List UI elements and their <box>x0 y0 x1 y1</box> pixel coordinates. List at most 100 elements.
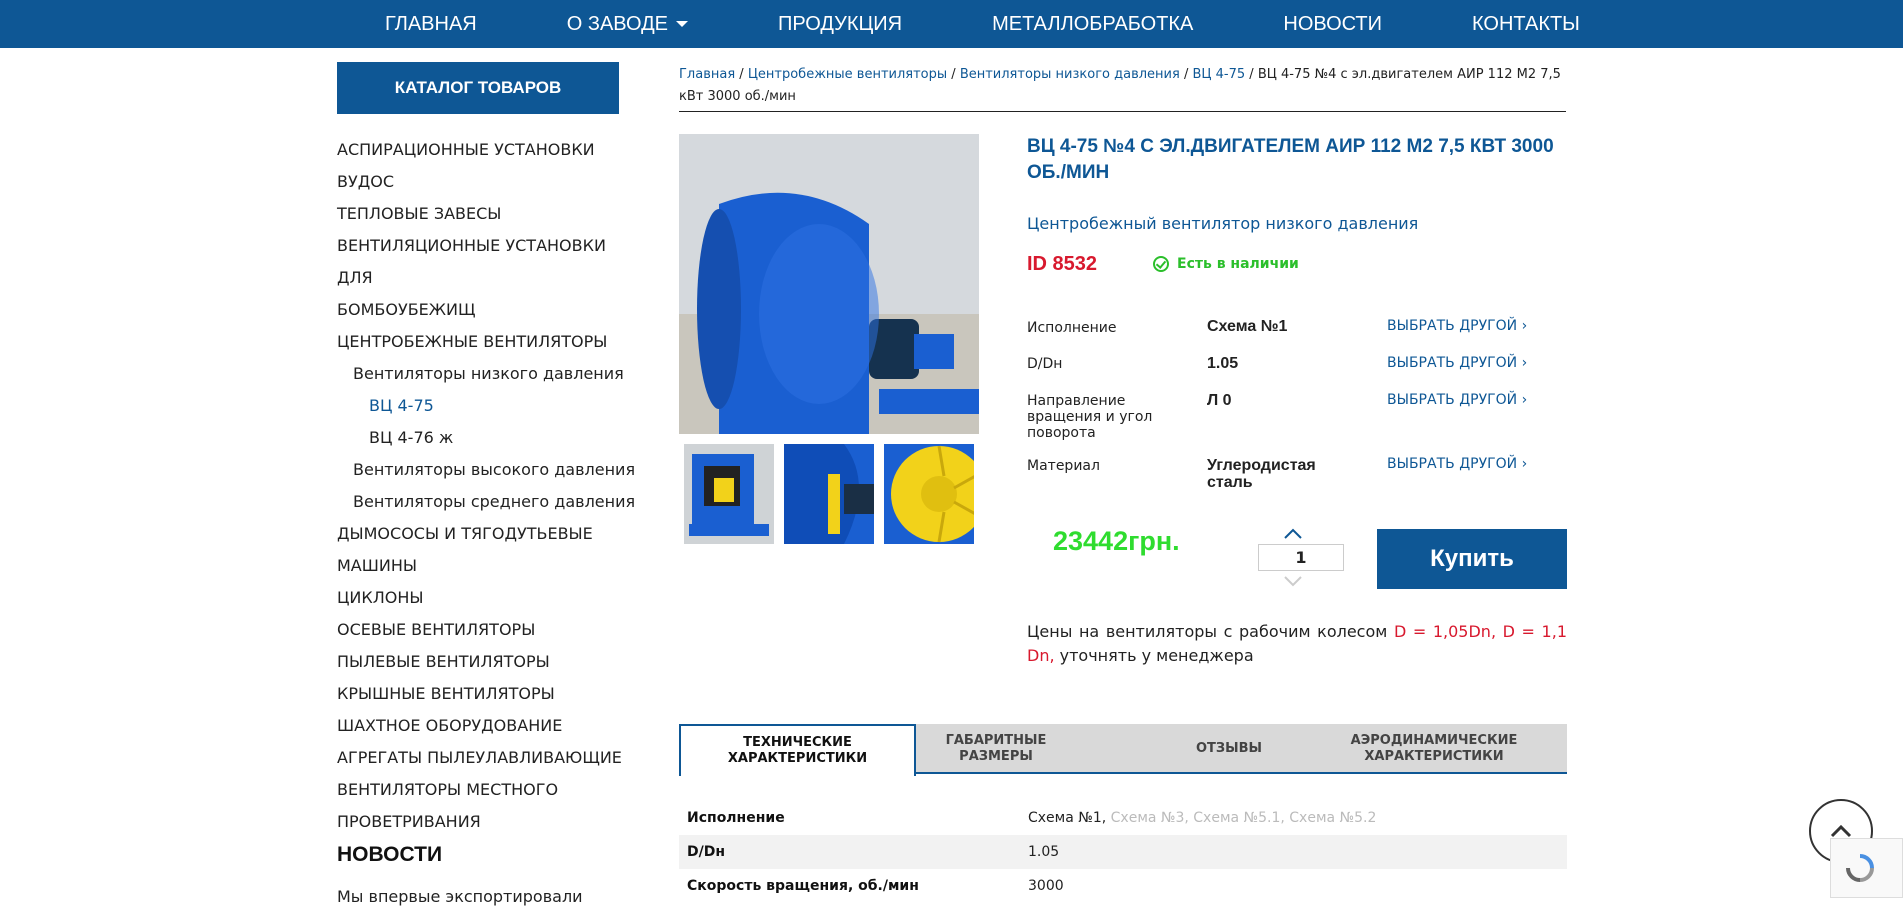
sidebar-item[interactable]: КРЫШНЫЕ ВЕНТИЛЯТОРЫ <box>337 678 637 710</box>
option-change-rotation-link[interactable]: ВЫБРАТЬ ДРУГОЙ › <box>1387 392 1527 408</box>
thumb-impeller <box>884 444 974 544</box>
tab-reviews[interactable]: ОТЗЫВЫ <box>1159 724 1299 774</box>
nav-item-metalworking[interactable]: МЕТАЛЛОБРАБОТКА <box>992 13 1193 36</box>
nav-label: НОВОСТИ <box>1283 12 1382 35</box>
spec-value-alt-link[interactable]: Схема №5.2 <box>1289 810 1376 826</box>
sidebar-item[interactable]: ПЫЛЕВЫЕ ВЕНТИЛЯТОРЫ <box>337 646 637 678</box>
option-label-material: Материал <box>1027 458 1100 474</box>
sidebar-item[interactable]: ВЕНТИЛЯЦИОННЫЕ УСТАНОВКИ ДЛЯ <box>337 230 637 294</box>
breadcrumb: Главная / Центробежные вентиляторы / Вен… <box>679 64 1566 108</box>
nav-label: О ЗАВОДЕ <box>566 12 668 35</box>
recaptcha-icon <box>1846 854 1874 882</box>
spec-value: Схема №1, Схема №3, Схема №5.1, Схема №5… <box>1028 810 1377 826</box>
fan-photo-illustration <box>679 134 979 434</box>
breadcrumb-separator: / <box>1179 67 1193 82</box>
sidebar-item[interactable]: ВЕНТИЛЯТОРЫ МЕСТНОГО <box>337 774 637 806</box>
chevron-down-icon <box>675 21 688 27</box>
sidebar-item[interactable]: ВУДОС <box>337 166 637 198</box>
product-tabs: ТЕХНИЧЕСКИЕ ХАРАКТЕРИСТИКИ ГАБАРИТНЫЕ РА… <box>679 724 1567 776</box>
option-change-material-link[interactable]: ВЫБРАТЬ ДРУГОЙ › <box>1387 456 1527 472</box>
sidebar-item[interactable]: ВЦ 4-75 <box>337 390 637 422</box>
table-row: D/Dн 1.05 <box>679 835 1567 869</box>
news-heading: НОВОСТИ <box>337 843 443 866</box>
breadcrumb-divider <box>679 111 1566 112</box>
breadcrumb-separator: / <box>947 67 960 82</box>
stock-status: Есть в наличии <box>1153 256 1299 272</box>
chevron-up-icon <box>1830 824 1852 838</box>
buy-button[interactable]: Купить <box>1377 529 1567 589</box>
tab-aerodynamics[interactable]: АЭРОДИНАМИЧЕСКИЕ ХАРАКТЕРИСТИКИ <box>1319 724 1549 774</box>
sidebar-item[interactable]: ОСЕВЫЕ ВЕНТИЛЯТОРЫ <box>337 614 637 646</box>
tab-technical-specs[interactable]: ТЕХНИЧЕСКИЕ ХАРАКТЕРИСТИКИ <box>679 724 916 776</box>
tab-dimensions[interactable]: ГАБАРИТНЫЕ РАЗМЕРЫ <box>916 724 1076 774</box>
recaptcha-badge[interactable] <box>1830 838 1903 898</box>
sidebar-item[interactable]: ПРОВЕТРИВАНИЯ <box>337 806 637 838</box>
thumb-fan-front <box>684 444 774 544</box>
nav-item-news[interactable]: НОВОСТИ <box>1283 13 1382 36</box>
option-change-ddn-link[interactable]: ВЫБРАТЬ ДРУГОЙ › <box>1387 355 1527 371</box>
product-thumbnail-1[interactable] <box>684 444 774 544</box>
chevron-down-icon <box>1284 576 1302 587</box>
breadcrumb-link-home[interactable]: Главная <box>679 67 735 82</box>
sidebar-catalog-list: АСПИРАЦИОННЫЕ УСТАНОВКИ ВУДОС ТЕПЛОВЫЕ ЗАВ… <box>337 134 637 838</box>
spec-key: Скорость вращения, об./мин <box>687 878 919 894</box>
nav-label: МЕТАЛЛОБРАБОТКА <box>992 12 1194 35</box>
nav-item-contacts[interactable]: КОНТАКТЫ <box>1472 13 1580 36</box>
spec-key: Исполнение <box>687 810 785 826</box>
breadcrumb-separator: / <box>1245 67 1258 82</box>
table-row: Скорость вращения, об./мин 3000 <box>679 869 1567 903</box>
nav-item-about[interactable]: О ЗАВОДЕ <box>567 13 688 36</box>
price-note-text: уточнять у менеджера <box>1054 646 1254 665</box>
spec-value-alt-link[interactable]: Схема №3 <box>1111 810 1185 826</box>
quantity-input[interactable]: 1 <box>1258 544 1344 571</box>
price-note-text: Цены на вентиляторы с рабочим колесом <box>1027 622 1394 641</box>
sidebar-item[interactable]: ШАХТНОЕ ОБОРУДОВАНИЕ <box>337 710 637 742</box>
product-thumbnail-3[interactable] <box>884 444 974 544</box>
catalog-button[interactable]: КАТАЛОГ ТОВАРОВ <box>337 62 619 114</box>
breadcrumb-link-vc475[interactable]: ВЦ 4-75 <box>1193 67 1246 82</box>
option-value-ddn: 1.05 <box>1207 355 1239 372</box>
option-value-rotation: Л 0 <box>1207 392 1232 409</box>
nav-label: ПРОДУКЦИЯ <box>777 12 903 35</box>
spec-value: 1.05 <box>1028 844 1060 860</box>
spec-value-alt-link[interactable]: Схема №5.1 <box>1193 810 1280 826</box>
product-price: 23442грн. <box>1053 526 1180 556</box>
spec-value: 3000 <box>1028 878 1064 894</box>
stock-label: Есть в наличии <box>1177 256 1299 272</box>
sidebar-item[interactable]: ДЫМОСОСЫ И ТЯГОДУТЬЕВЫЕ <box>337 518 637 550</box>
sidebar-item[interactable]: Вентиляторы высокого давления <box>337 454 637 486</box>
sidebar-item[interactable]: ТЕПЛОВЫЕ ЗАВЕСЫ <box>337 198 637 230</box>
sidebar-item[interactable]: БОМБОУБЕЖИЩ <box>337 294 637 326</box>
option-label-execution: Исполнение <box>1027 320 1117 336</box>
sidebar-item[interactable]: ВЦ 4-76 ж <box>337 422 637 454</box>
nav-item-products[interactable]: ПРОДУКЦИЯ <box>778 13 902 36</box>
option-value-execution: Схема №1 <box>1207 318 1288 335</box>
table-row: Исполнение Схема №1, Схема №3, Схема №5.… <box>679 801 1567 835</box>
sidebar-item[interactable]: АСПИРАЦИОННЫЕ УСТАНОВКИ <box>337 134 637 166</box>
product-id: ID 8532 <box>1027 253 1098 275</box>
nav-label: КОНТАКТЫ <box>1472 12 1580 35</box>
top-navigation: ГЛАВНАЯ О ЗАВОДЕ ПРОДУКЦИЯ МЕТАЛЛОБРАБОТ… <box>0 0 1903 48</box>
product-subtitle: Центробежный вентилятор низкого давления <box>1027 214 1419 233</box>
sidebar-item[interactable]: ЦИКЛОНЫ <box>337 582 637 614</box>
spec-value-current: Схема №1 <box>1028 810 1102 826</box>
breadcrumb-link-centrifugal[interactable]: Центробежные вентиляторы <box>748 67 947 82</box>
sidebar-item[interactable]: ЦЕНТРОБЕЖНЫЕ ВЕНТИЛЯТОРЫ <box>337 326 637 358</box>
check-circle-icon <box>1153 256 1169 272</box>
sidebar-item[interactable]: Вентиляторы среднего давления <box>337 486 637 518</box>
product-thumbnail-2[interactable] <box>784 444 874 544</box>
option-change-execution-link[interactable]: ВЫБРАТЬ ДРУГОЙ › <box>1387 318 1527 334</box>
nav-item-home[interactable]: ГЛАВНАЯ <box>385 13 477 36</box>
chevron-up-icon <box>1284 528 1302 539</box>
sidebar-item[interactable]: Вентиляторы низкого давления <box>337 358 637 390</box>
sidebar-item[interactable]: АГРЕГАТЫ ПЫЛЕУЛАВЛИВАЮЩИЕ <box>337 742 637 774</box>
news-item-link[interactable]: Мы впервые экспортировали <box>337 887 583 906</box>
thumb-fan-side <box>784 444 874 544</box>
breadcrumb-link-low-pressure[interactable]: Вентиляторы низкого давления <box>960 67 1180 82</box>
breadcrumb-separator: / <box>735 67 748 82</box>
sidebar-item[interactable]: МАШИНЫ <box>337 550 637 582</box>
option-label-rotation: Направление вращения и угол поворота <box>1027 393 1153 441</box>
price-note: Цены на вентиляторы с рабочим колесом D … <box>1027 620 1567 668</box>
spec-key: D/Dн <box>687 844 726 860</box>
product-main-image[interactable] <box>679 134 979 434</box>
